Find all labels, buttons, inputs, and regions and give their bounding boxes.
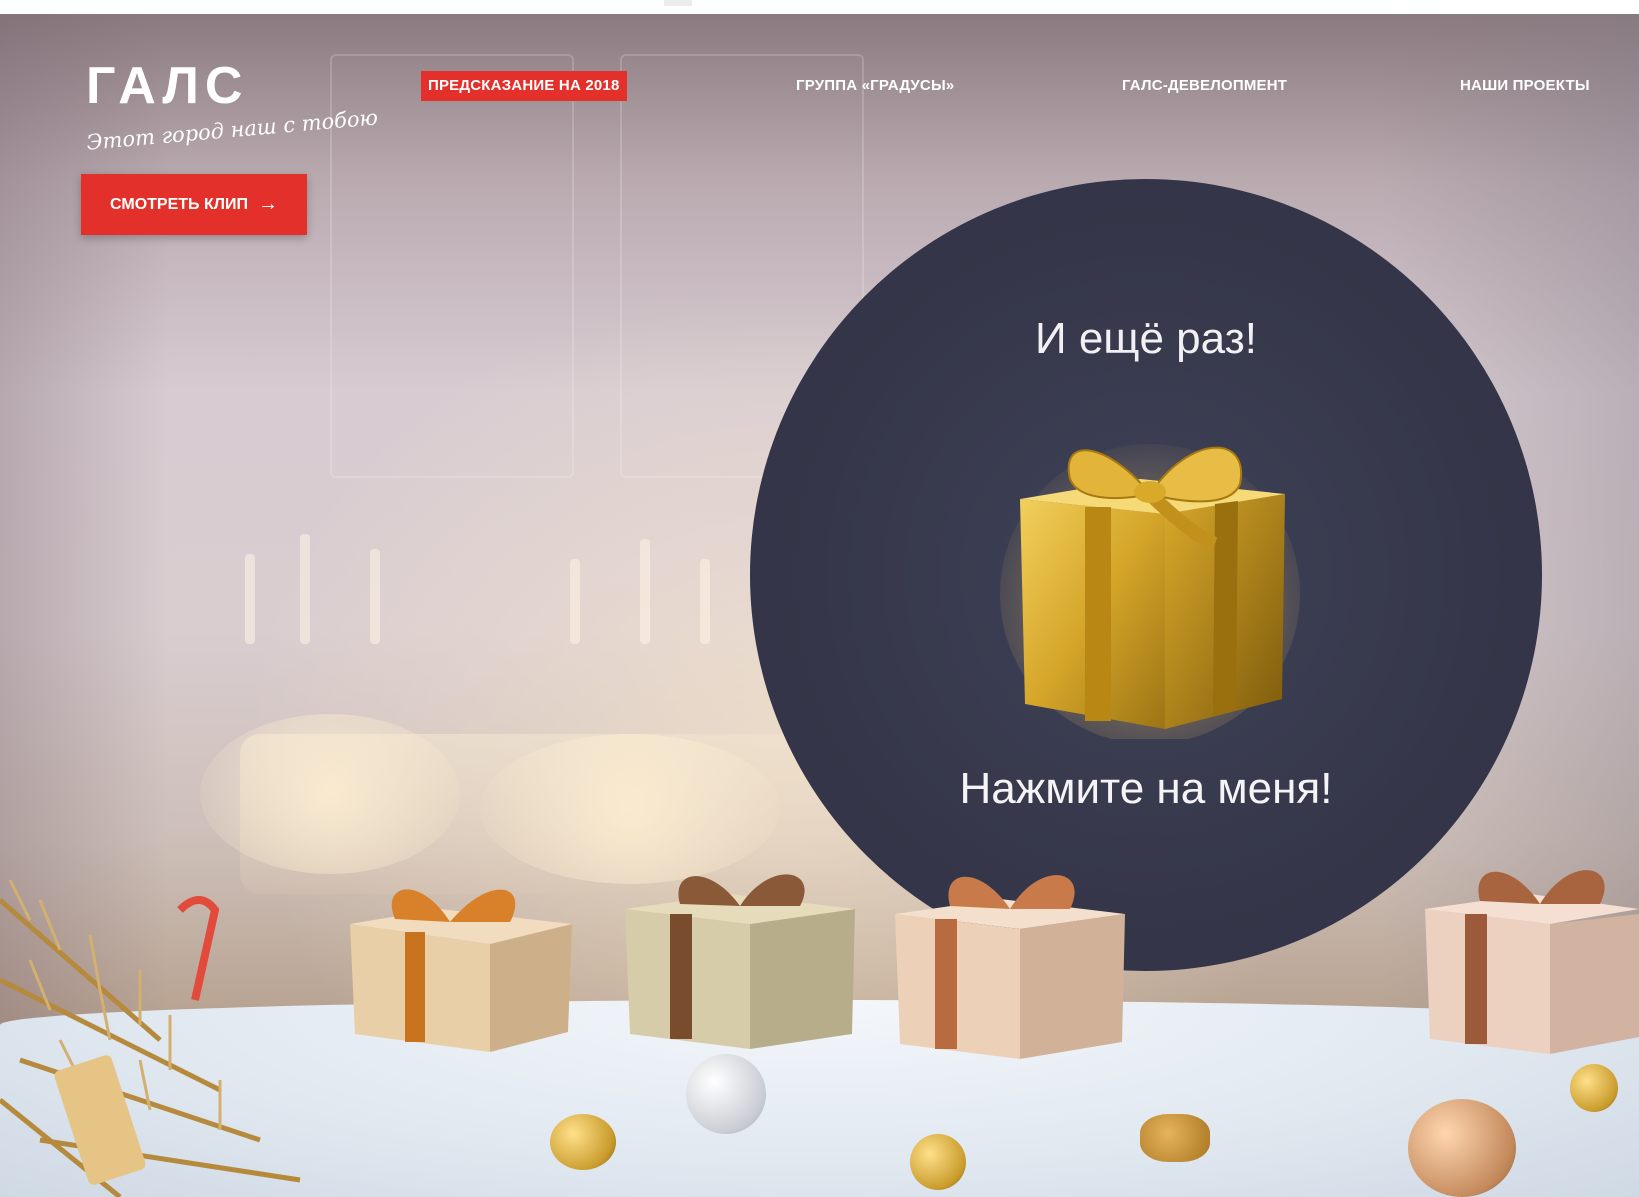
gold-ornament [1570, 1064, 1618, 1112]
watch-clip-label: СМОТРЕТЬ КЛИП [110, 195, 248, 213]
nav-item-gradusy-group[interactable]: ГРУППА «ГРАДУСЫ» [796, 71, 954, 101]
background-candle [300, 534, 310, 644]
logo-wordmark: ГАЛС [86, 57, 249, 115]
decor-gift-box [895, 875, 1125, 1059]
decor-gift-box [1425, 870, 1639, 1054]
browser-top-strip [0, 0, 1639, 14]
background-candle [370, 549, 380, 644]
nav-item-label: ПРЕДСКАЗАНИЕ НА 2018 [428, 77, 620, 94]
nav-item-prediction-2018[interactable]: ПРЕДСКАЗАНИЕ НА 2018 [421, 71, 627, 101]
silver-ornament [686, 1054, 766, 1134]
rose-gold-ornament [1408, 1099, 1516, 1197]
background-candle [640, 539, 650, 644]
nav-item-label: ГАЛС-ДЕВЕЛОПМЕНТ [1122, 77, 1288, 94]
watch-clip-button[interactable]: СМОТРЕТЬ КЛИП → [81, 174, 307, 235]
background-candle [570, 559, 580, 644]
hero-scene: ГАЛС Этот город наш с тобою СМОТРЕТЬ КЛИ… [0, 14, 1639, 1197]
gift-box-icon[interactable] [1000, 404, 1300, 739]
gold-ornament [910, 1134, 966, 1190]
prediction-cta: Нажмите на меня! [959, 764, 1333, 813]
scroll-tab [664, 0, 692, 6]
background-light-glow [480, 734, 780, 884]
background-candle [245, 554, 255, 644]
background-candle [700, 559, 710, 644]
pine-cone [1140, 1114, 1210, 1162]
nav-item-gals-development[interactable]: ГАЛС-ДЕВЕЛОПМЕНТ [1122, 71, 1287, 101]
decor-gift-box [350, 889, 572, 1052]
decor-gift-box [625, 874, 855, 1049]
christmas-tree-branch [0, 879, 301, 1197]
logo[interactable]: ГАЛС Этот город наш с тобою [86, 60, 379, 164]
nav-item-label: НАШИ ПРОЕКТЫ [1460, 77, 1590, 94]
nav-item-our-projects[interactable]: НАШИ ПРОЕКТЫ [1460, 71, 1590, 101]
nav-item-label: ГРУППА «ГРАДУСЫ» [796, 77, 955, 94]
gold-ornament [550, 1114, 616, 1170]
prediction-title: И ещё раз! [1034, 314, 1258, 363]
arrow-right-icon: → [257, 193, 278, 215]
